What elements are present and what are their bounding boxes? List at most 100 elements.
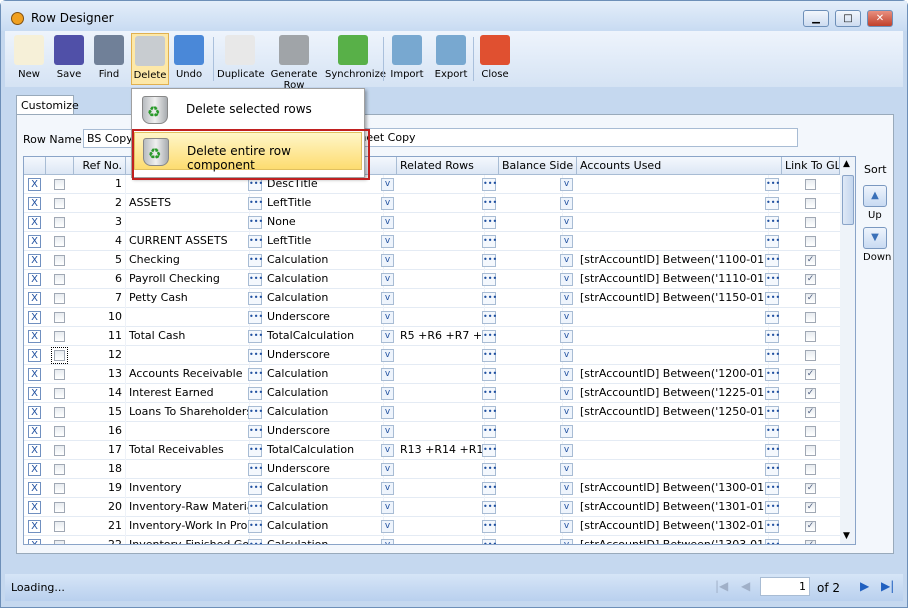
accounts-used-ellipsis-button[interactable]: •••: [765, 216, 780, 229]
row-type-dropdown-chevron-down-icon[interactable]: v: [381, 254, 394, 267]
toolbar-duplicate-button[interactable]: Duplicate: [217, 33, 265, 85]
accounts-used-cell[interactable]: [strAccountID] Between('1110-01', '11: [577, 270, 769, 289]
link-to-gl-checkbox[interactable]: [805, 445, 816, 456]
row-type-dropdown-chevron-down-icon[interactable]: v: [381, 425, 394, 438]
row-select-checkbox[interactable]: [54, 331, 65, 342]
balance-side-dropdown-chevron-down-icon[interactable]: v: [560, 330, 573, 343]
description-cell[interactable]: Inventory-Finished Goods: [126, 536, 250, 544]
previous-page-icon[interactable]: ◀: [741, 579, 750, 593]
related-rows-cell[interactable]: [397, 498, 485, 517]
header-related-rows[interactable]: Related Rows: [397, 157, 499, 175]
row-type-dropdown-chevron-down-icon[interactable]: v: [381, 501, 394, 514]
row-type-dropdown-chevron-down-icon[interactable]: v: [381, 273, 394, 286]
sort-down-button[interactable]: ▼: [863, 227, 887, 249]
description-cell[interactable]: [126, 308, 250, 327]
link-to-gl-checkbox[interactable]: ✓: [805, 407, 816, 418]
description-cell[interactable]: Inventory-Raw Materials: [126, 498, 250, 517]
delete-row-x-icon[interactable]: X: [28, 482, 41, 495]
accounts-used-cell[interactable]: [577, 327, 769, 346]
tab-customize[interactable]: Customize: [16, 95, 79, 115]
accounts-used-ellipsis-button[interactable]: •••: [765, 425, 780, 438]
toolbar-delete-button[interactable]: Delete: [131, 33, 169, 85]
link-to-gl-checkbox[interactable]: [805, 350, 816, 361]
balance-side-cell[interactable]: [499, 536, 563, 544]
description-cell[interactable]: [126, 460, 250, 479]
accounts-used-cell[interactable]: [strAccountID] Between('1300-01', '13: [577, 479, 769, 498]
link-to-gl-checkbox[interactable]: ✓: [805, 274, 816, 285]
related-rows-ellipsis-button[interactable]: •••: [482, 520, 497, 533]
accounts-used-cell[interactable]: [577, 422, 769, 441]
balance-side-dropdown-chevron-down-icon[interactable]: v: [560, 539, 573, 544]
delete-row-x-icon[interactable]: X: [28, 463, 41, 476]
sort-up-button[interactable]: ▲: [863, 185, 887, 207]
related-rows-ellipsis-button[interactable]: •••: [482, 406, 497, 419]
balance-side-dropdown-chevron-down-icon[interactable]: v: [560, 254, 573, 267]
row-type-cell[interactable]: TotalCalculation: [264, 441, 384, 460]
delete-row-x-icon[interactable]: X: [28, 368, 41, 381]
row-type-cell[interactable]: None: [264, 213, 384, 232]
balance-side-dropdown-chevron-down-icon[interactable]: v: [560, 463, 573, 476]
row-select-checkbox[interactable]: [54, 179, 65, 190]
balance-side-cell[interactable]: [499, 270, 563, 289]
balance-side-dropdown-chevron-down-icon[interactable]: v: [560, 501, 573, 514]
balance-side-cell[interactable]: [499, 251, 563, 270]
header-balance-side[interactable]: Balance Side: [499, 157, 577, 175]
related-rows-cell[interactable]: R13 +R14 +R15: [397, 441, 485, 460]
row-select-checkbox[interactable]: [54, 445, 65, 456]
row-type-dropdown-chevron-down-icon[interactable]: v: [381, 311, 394, 324]
delete-row-x-icon[interactable]: X: [28, 178, 41, 191]
balance-side-cell[interactable]: [499, 346, 563, 365]
toolbar-save-button[interactable]: Save: [51, 33, 87, 85]
balance-side-dropdown-chevron-down-icon[interactable]: v: [560, 197, 573, 210]
balance-side-dropdown-chevron-down-icon[interactable]: v: [560, 349, 573, 362]
description-ellipsis-button[interactable]: •••: [248, 463, 263, 476]
related-rows-cell[interactable]: [397, 517, 485, 536]
accounts-used-ellipsis-button[interactable]: •••: [765, 254, 780, 267]
related-rows-ellipsis-button[interactable]: •••: [482, 387, 497, 400]
related-rows-cell[interactable]: [397, 251, 485, 270]
row-select-checkbox[interactable]: [54, 502, 65, 513]
related-rows-cell[interactable]: [397, 536, 485, 544]
description-ellipsis-button[interactable]: •••: [248, 482, 263, 495]
related-rows-cell[interactable]: [397, 365, 485, 384]
description-ellipsis-button[interactable]: •••: [248, 501, 263, 514]
row-type-cell[interactable]: LeftTitle: [264, 194, 384, 213]
balance-side-dropdown-chevron-down-icon[interactable]: v: [560, 444, 573, 457]
row-select-checkbox[interactable]: [54, 388, 65, 399]
row-type-dropdown-chevron-down-icon[interactable]: v: [381, 216, 394, 229]
delete-row-x-icon[interactable]: X: [28, 330, 41, 343]
link-to-gl-checkbox[interactable]: [805, 331, 816, 342]
minimize-button[interactable]: ▁: [803, 10, 829, 27]
next-page-icon[interactable]: ▶: [860, 579, 869, 593]
related-rows-ellipsis-button[interactable]: •••: [482, 311, 497, 324]
row-type-cell[interactable]: Calculation: [264, 384, 384, 403]
balance-side-dropdown-chevron-down-icon[interactable]: v: [560, 235, 573, 248]
header-link-to-gl[interactable]: Link To GL: [782, 157, 840, 175]
link-to-gl-checkbox[interactable]: ✓: [805, 255, 816, 266]
accounts-used-cell[interactable]: [577, 308, 769, 327]
row-type-cell[interactable]: TotalCalculation: [264, 327, 384, 346]
row-select-checkbox[interactable]: [54, 521, 65, 532]
delete-row-x-icon[interactable]: X: [28, 520, 41, 533]
accounts-used-cell[interactable]: [577, 194, 769, 213]
delete-row-x-icon[interactable]: X: [28, 539, 41, 544]
balance-side-dropdown-chevron-down-icon[interactable]: v: [560, 406, 573, 419]
balance-side-dropdown-chevron-down-icon[interactable]: v: [560, 178, 573, 191]
row-select-checkbox[interactable]: [54, 274, 65, 285]
balance-side-dropdown-chevron-down-icon[interactable]: v: [560, 311, 573, 324]
balance-side-dropdown-chevron-down-icon[interactable]: v: [560, 387, 573, 400]
balance-side-cell[interactable]: [499, 175, 563, 194]
related-rows-cell[interactable]: [397, 346, 485, 365]
balance-side-cell[interactable]: [499, 232, 563, 251]
link-to-gl-checkbox[interactable]: ✓: [805, 540, 816, 544]
balance-side-dropdown-chevron-down-icon[interactable]: v: [560, 368, 573, 381]
toolbar-synchronize-button[interactable]: Synchronize: [325, 33, 386, 85]
row-type-cell[interactable]: Calculation: [264, 365, 384, 384]
row-type-cell[interactable]: Calculation: [264, 536, 384, 544]
link-to-gl-checkbox[interactable]: [805, 198, 816, 209]
balance-side-cell[interactable]: [499, 308, 563, 327]
row-select-checkbox[interactable]: [54, 464, 65, 475]
accounts-used-ellipsis-button[interactable]: •••: [765, 463, 780, 476]
description-cell[interactable]: Inventory: [126, 479, 250, 498]
row-select-checkbox[interactable]: [54, 255, 65, 266]
